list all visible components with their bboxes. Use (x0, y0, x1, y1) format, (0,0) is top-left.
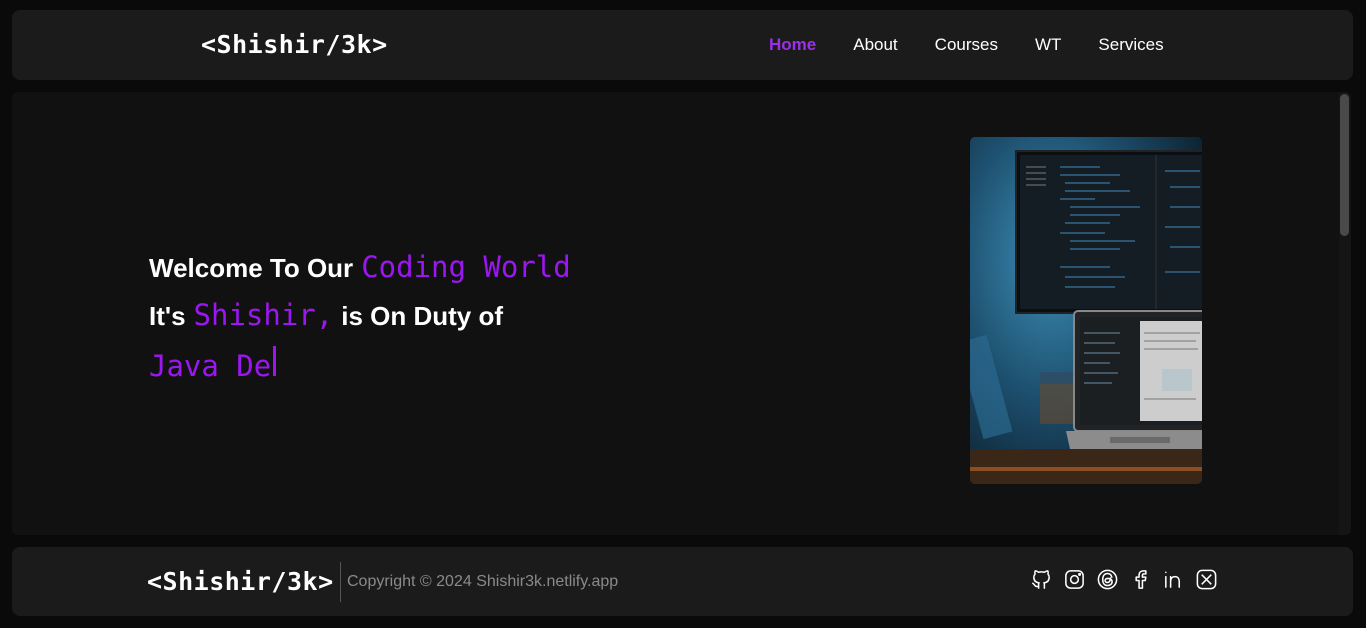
coding-world-text: Coding World (361, 250, 571, 284)
nav-link-wt[interactable]: WT (1035, 35, 1061, 55)
nav-link-about[interactable]: About (853, 35, 897, 55)
footer-divider (340, 562, 341, 602)
linkedin-icon[interactable] (1162, 568, 1185, 591)
copyright-text: Copyright © 2024 Shishir3k.netlify.app (347, 573, 619, 590)
navbar: <Shishir/3k> Home About Courses WT Servi… (12, 10, 1353, 80)
nav-link-home[interactable]: Home (769, 35, 816, 55)
nav-link-courses[interactable]: Courses (935, 35, 998, 55)
scrollbar-track[interactable] (1339, 92, 1351, 535)
github-icon[interactable] (1030, 568, 1053, 591)
desk-setup-illustration (970, 137, 1202, 484)
hero-image (970, 137, 1202, 484)
name-text: Shishir, (193, 298, 334, 332)
x-icon[interactable] (1195, 568, 1218, 591)
hero-section: Welcome To Our Coding World It's Shishir… (12, 92, 1351, 535)
its-text: It's (149, 301, 186, 331)
on-duty-text: is On Duty of (341, 301, 503, 331)
typing-cursor (273, 346, 277, 376)
nav-link-services[interactable]: Services (1098, 35, 1163, 55)
footer: <Shishir/3k> Copyright © 2024 Shishir3k.… (12, 547, 1353, 616)
site-logo[interactable]: <Shishir/3k> (201, 30, 388, 59)
hero-line-2: It's Shishir, is On Duty of (149, 298, 571, 346)
threads-icon[interactable] (1096, 568, 1119, 591)
instagram-icon[interactable] (1063, 568, 1086, 591)
footer-logo[interactable]: <Shishir/3k> (147, 567, 334, 596)
facebook-icon[interactable] (1129, 568, 1152, 591)
welcome-text: Welcome To Our (149, 253, 354, 283)
hero-text: Welcome To Our Coding World It's Shishir… (149, 250, 571, 394)
hero-line-1: Welcome To Our Coding World (149, 250, 571, 298)
typed-role-text: Java De (149, 349, 272, 383)
social-links (1030, 568, 1218, 591)
scrollbar-thumb[interactable] (1340, 94, 1349, 236)
nav-links: Home About Courses WT Services (769, 35, 1201, 55)
hero-line-3: Java De (149, 346, 571, 394)
